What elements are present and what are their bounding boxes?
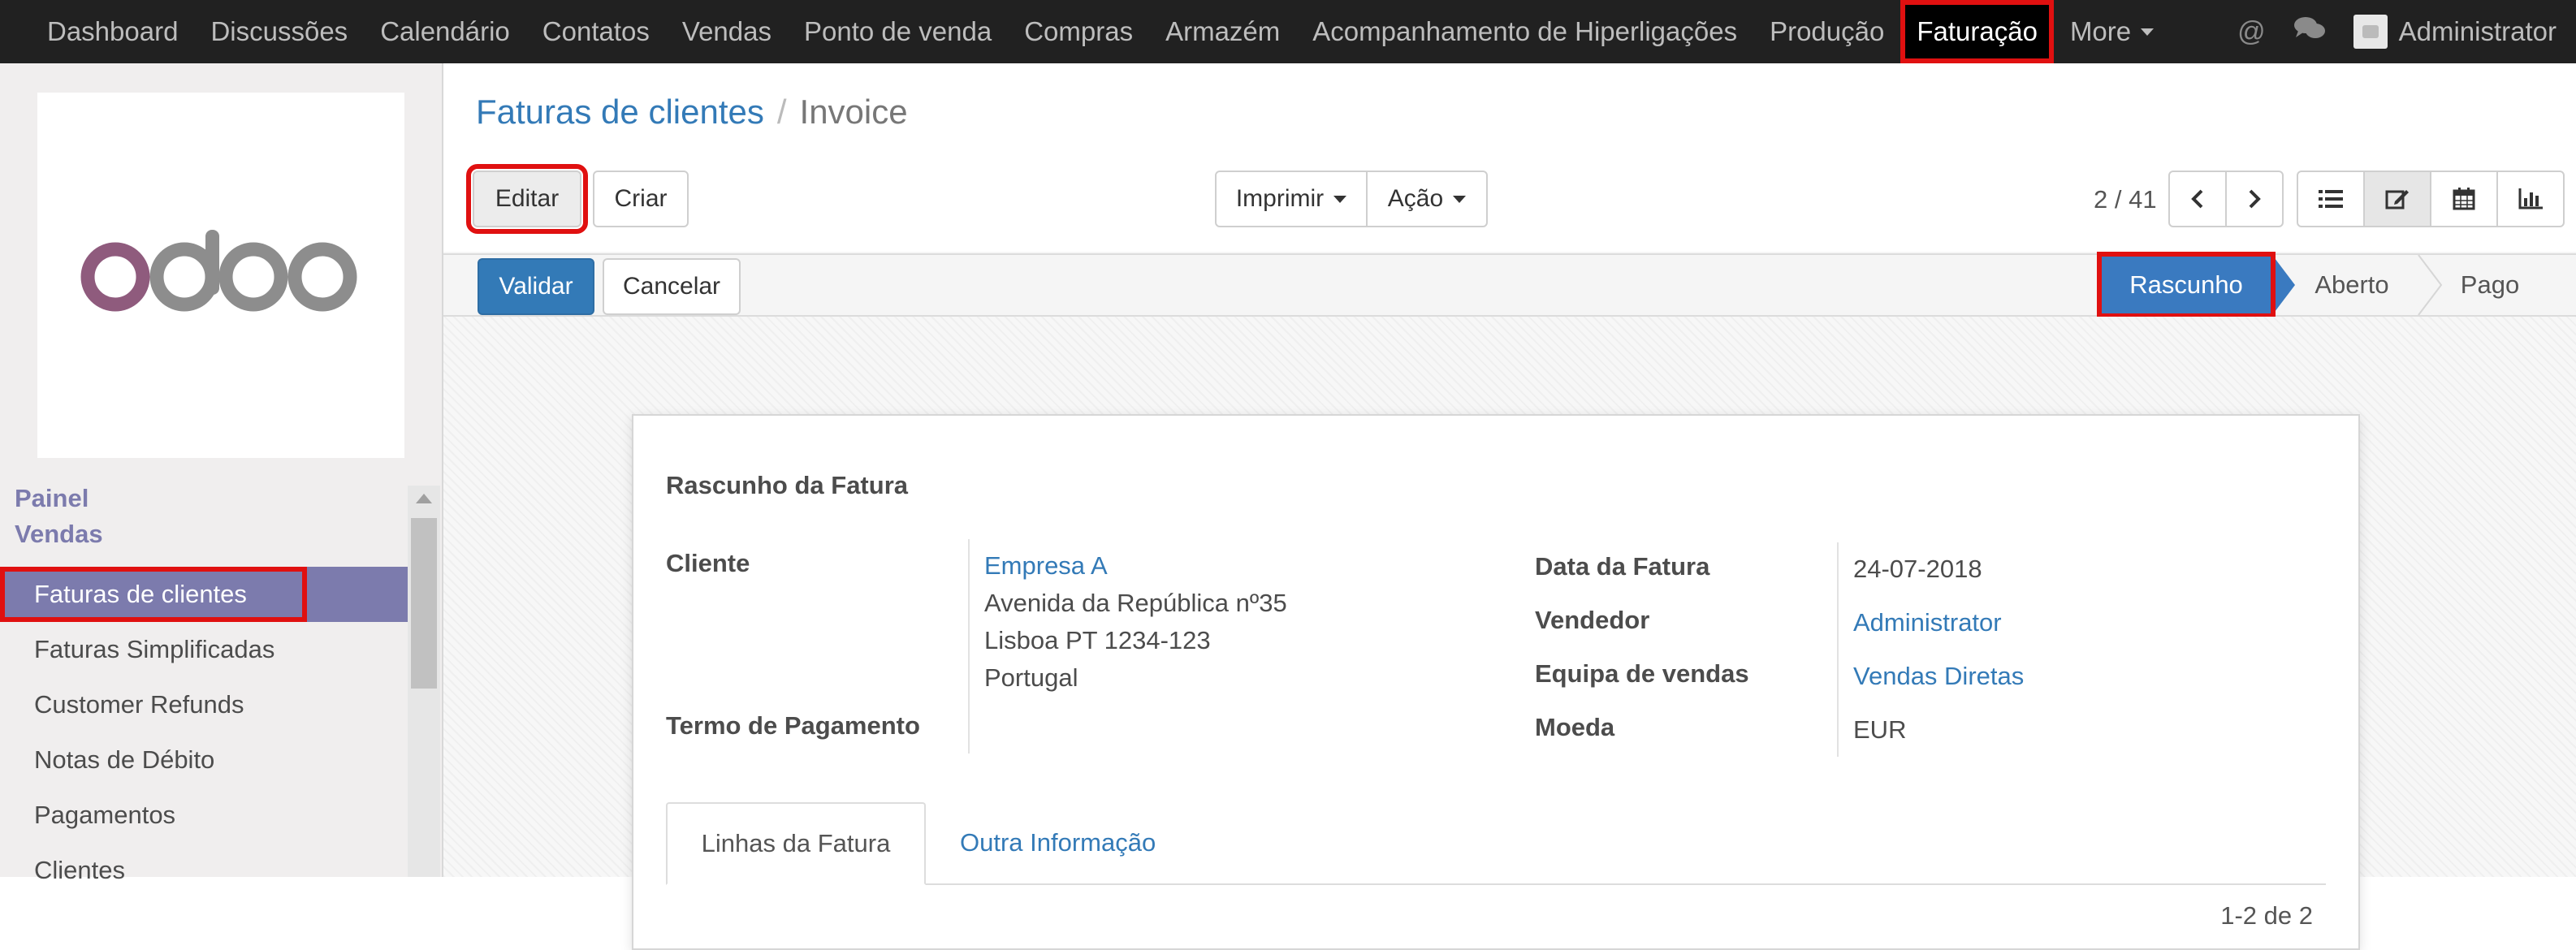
divider <box>1837 542 1839 757</box>
menu-armazem[interactable]: Armazém <box>1149 0 1296 63</box>
pager-value: 2 / 41 <box>2094 185 2157 214</box>
invoice-date-value: 24-07-2018 <box>1853 555 1982 583</box>
invoice-date-label: Data da Fatura <box>1535 552 1710 581</box>
sidebar-scrollbar[interactable] <box>408 486 440 877</box>
tab-invoice-lines[interactable]: Linhas da Fatura <box>666 802 926 885</box>
currency-label: Moeda <box>1535 713 1615 741</box>
status-bar: Validar Cancelar Rascunho Aberto Pago <box>443 252 2576 318</box>
chat-icon[interactable] <box>2293 15 2326 50</box>
user-menu[interactable]: Administrator <box>2399 16 2557 47</box>
cancel-button[interactable]: Cancelar <box>603 258 741 315</box>
payment-term-label: Termo de Pagamento <box>666 711 920 740</box>
invoice-title: Rascunho da Fatura <box>666 471 908 499</box>
company-logo <box>37 93 404 458</box>
menu-more[interactable]: More <box>2054 0 2170 63</box>
menu-more-label: More <box>2069 16 2132 46</box>
scroll-thumb[interactable] <box>411 518 437 689</box>
divider <box>968 539 970 754</box>
control-panel: Faturas de clientes / Invoice Editar Criar… <box>443 63 2576 252</box>
top-navbar: Dashboard Discussões Calendário Contatos… <box>0 0 2576 63</box>
menu-ponto-de-venda[interactable]: Ponto de venda <box>788 0 1008 63</box>
app-menu: Dashboard Discussões Calendário Contatos… <box>0 0 2170 63</box>
stage-pago[interactable]: Pago <box>2433 255 2547 315</box>
list-icon <box>2319 190 2343 208</box>
sidebar-item-notas-debito[interactable]: Notas de Débito <box>0 732 408 788</box>
customer-address-line: Lisboa PT 1234-123 <box>984 626 1211 654</box>
section-vendas[interactable]: Vendas <box>15 520 103 549</box>
invoice-sheet: Rascunho da Fatura Cliente Empresa A Ave… <box>632 414 2360 950</box>
stage-aberto[interactable]: Aberto <box>2295 255 2409 315</box>
pager-previous-button[interactable] <box>2168 171 2227 227</box>
sidebar-item-clientes[interactable]: Clientes <box>0 843 408 898</box>
sidebar-item-faturas-simplificadas[interactable]: Faturas Simplificadas <box>0 622 408 677</box>
menu-faturacao[interactable]: Faturação <box>1900 0 2054 63</box>
sidebar-item-pagamentos[interactable]: Pagamentos <box>0 788 408 843</box>
breadcrumb-current: Invoice <box>799 93 908 131</box>
caret-down-icon <box>2141 28 2155 36</box>
validate-button[interactable]: Validar <box>478 258 594 315</box>
menu-producao[interactable]: Produção <box>1753 0 1900 63</box>
chevron-left-icon <box>2191 189 2203 209</box>
sales-team-link[interactable]: Vendas Diretas <box>1853 658 2024 695</box>
customer-label: Cliente <box>666 549 750 577</box>
customer-link[interactable]: Empresa A <box>984 547 1287 585</box>
currency-value: EUR <box>1853 715 1907 744</box>
menu-compras[interactable]: Compras <box>1008 0 1149 63</box>
avatar-icon[interactable] <box>2353 15 2388 49</box>
customer-field: Empresa A Avenida da República nº35 Lisb… <box>984 547 1287 697</box>
customer-address-line: Avenida da República nº35 <box>984 589 1287 617</box>
stage-rascunho[interactable]: Rascunho <box>2097 252 2276 318</box>
odoo-logo-icon <box>80 230 357 312</box>
tab-other-info[interactable]: Outra Informação <box>960 802 1156 883</box>
customer-address-line: Portugal <box>984 663 1078 692</box>
form-sheet-background: Rascunho da Fatura Cliente Empresa A Ave… <box>443 317 2576 950</box>
salesperson-link[interactable]: Administrator <box>1853 604 2002 641</box>
menu-dashboard[interactable]: Dashboard <box>31 0 194 63</box>
salesperson-label: Vendedor <box>1535 606 1650 634</box>
graph-view-button[interactable] <box>2496 171 2565 227</box>
print-label: Imprimir <box>1235 185 1325 212</box>
menu-hiperligacoes[interactable]: Acompanhamento de Hiperligações <box>1296 0 1753 63</box>
systray: @ Administrator <box>2237 0 2557 63</box>
menu-contatos[interactable]: Contatos <box>526 0 666 63</box>
sidebar: Painel Vendas Faturas de clientes Fatura… <box>0 63 443 884</box>
sidebar-item-customer-refunds[interactable]: Customer Refunds <box>0 677 408 732</box>
action-dropdown[interactable]: Ação <box>1366 171 1488 227</box>
chevron-right-icon <box>2249 189 2261 209</box>
scroll-up-icon[interactable] <box>416 494 432 503</box>
edit-form-icon <box>2385 190 2409 209</box>
edit-button[interactable]: Editar <box>466 164 588 234</box>
create-button[interactable]: Criar <box>593 171 689 227</box>
form-view-button[interactable] <box>2363 171 2431 227</box>
menu-vendas[interactable]: Vendas <box>666 0 788 63</box>
at-icon[interactable]: @ <box>2237 16 2266 48</box>
print-dropdown[interactable]: Imprimir <box>1215 171 1368 227</box>
breadcrumb-parent[interactable]: Faturas de clientes <box>476 93 764 131</box>
bar-chart-icon <box>2518 188 2543 209</box>
list-view-button[interactable] <box>2297 171 2365 227</box>
action-label: Ação <box>1387 185 1444 212</box>
section-painel[interactable]: Painel <box>15 484 89 513</box>
notebook-tabs: Linhas da Fatura Outra Informação <box>666 802 2326 885</box>
menu-discussoes[interactable]: Discussões <box>194 0 364 63</box>
breadcrumb-separator: / <box>776 93 787 131</box>
calendar-view-button[interactable] <box>2430 171 2498 227</box>
sales-team-label: Equipa de vendas <box>1535 659 1749 688</box>
sidebar-nav: Faturas de clientes Faturas Simplificada… <box>0 567 408 898</box>
caret-down-icon <box>1333 195 1347 203</box>
caret-down-icon <box>1453 195 1467 203</box>
calendar-icon <box>2453 188 2475 210</box>
lines-counter: 1-2 de 2 <box>2220 901 2313 930</box>
sidebar-item-faturas-clientes[interactable]: Faturas de clientes <box>0 567 307 622</box>
breadcrumb: Faturas de clientes / Invoice <box>476 93 908 132</box>
main-content: Faturas de clientes / Invoice Editar Criar… <box>443 63 2576 950</box>
menu-calendario[interactable]: Calendário <box>364 0 526 63</box>
pager-next-button[interactable] <box>2225 171 2284 227</box>
